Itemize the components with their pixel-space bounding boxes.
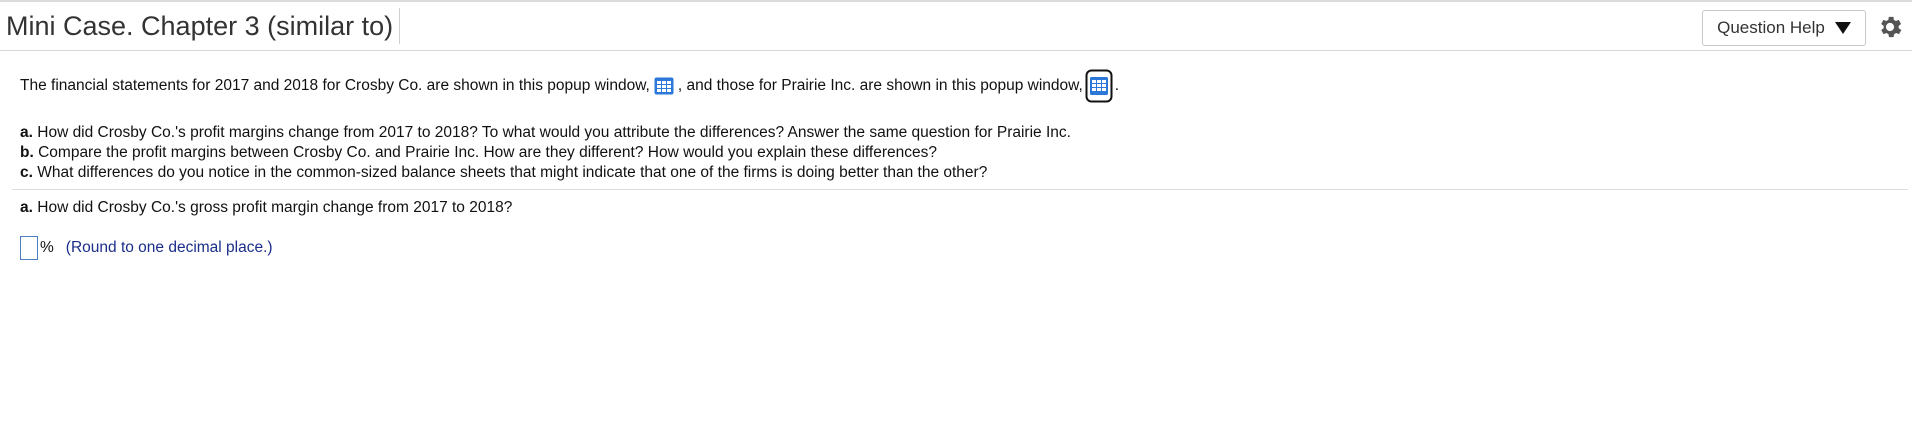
intro-part1: The financial statements for 2017 and 20… xyxy=(20,77,650,94)
current-question-prompt: a. How did Crosby Co.'s gross profit mar… xyxy=(20,198,1892,218)
percent-unit: % xyxy=(40,239,54,256)
current-question-letter: a. xyxy=(20,199,33,216)
rounding-hint: (Round to one decimal place.) xyxy=(65,239,273,256)
intro-text: The financial statements for 2017 and 20… xyxy=(20,69,1892,103)
question-letter: b. xyxy=(20,144,34,161)
answer-input[interactable] xyxy=(20,236,38,260)
question-content: The financial statements for 2017 and 20… xyxy=(0,69,1912,183)
gear-icon[interactable] xyxy=(1876,13,1904,41)
current-question-text: How did Crosby Co.'s gross profit margin… xyxy=(37,199,513,216)
intro-part3: . xyxy=(1114,77,1120,94)
question-text: How did Crosby Co.'s profit margins chan… xyxy=(37,124,1071,141)
question-help-label: Question Help xyxy=(1717,18,1825,37)
question-item-b: b. Compare the profit margins between Cr… xyxy=(20,143,1892,163)
question-letter: c. xyxy=(20,164,33,181)
question-text: Compare the profit margins between Crosb… xyxy=(38,144,937,161)
question-text: What differences do you notice in the co… xyxy=(37,164,988,181)
current-question: a. How did Crosby Co.'s gross profit mar… xyxy=(0,198,1912,260)
page-title: Mini Case. Chapter 3 (similar to) xyxy=(6,8,401,44)
header-bar: Mini Case. Chapter 3 (similar to) Questi… xyxy=(0,2,1912,51)
intro-part2: , and those for Prairie Inc. are shown i… xyxy=(677,77,1083,94)
question-list: a. How did Crosby Co.'s profit margins c… xyxy=(20,123,1892,183)
answer-row: % (Round to one decimal place.) xyxy=(20,236,1892,260)
question-help-button[interactable]: Question Help xyxy=(1702,10,1866,46)
question-item-a: a. How did Crosby Co.'s profit margins c… xyxy=(20,123,1892,143)
caret-down-icon xyxy=(1834,22,1851,34)
question-letter: a. xyxy=(20,124,33,141)
question-item-c: c. What differences do you notice in the… xyxy=(20,163,1892,183)
section-divider xyxy=(12,189,1908,190)
table-icon[interactable] xyxy=(654,77,674,95)
table-icon[interactable] xyxy=(1085,69,1113,103)
